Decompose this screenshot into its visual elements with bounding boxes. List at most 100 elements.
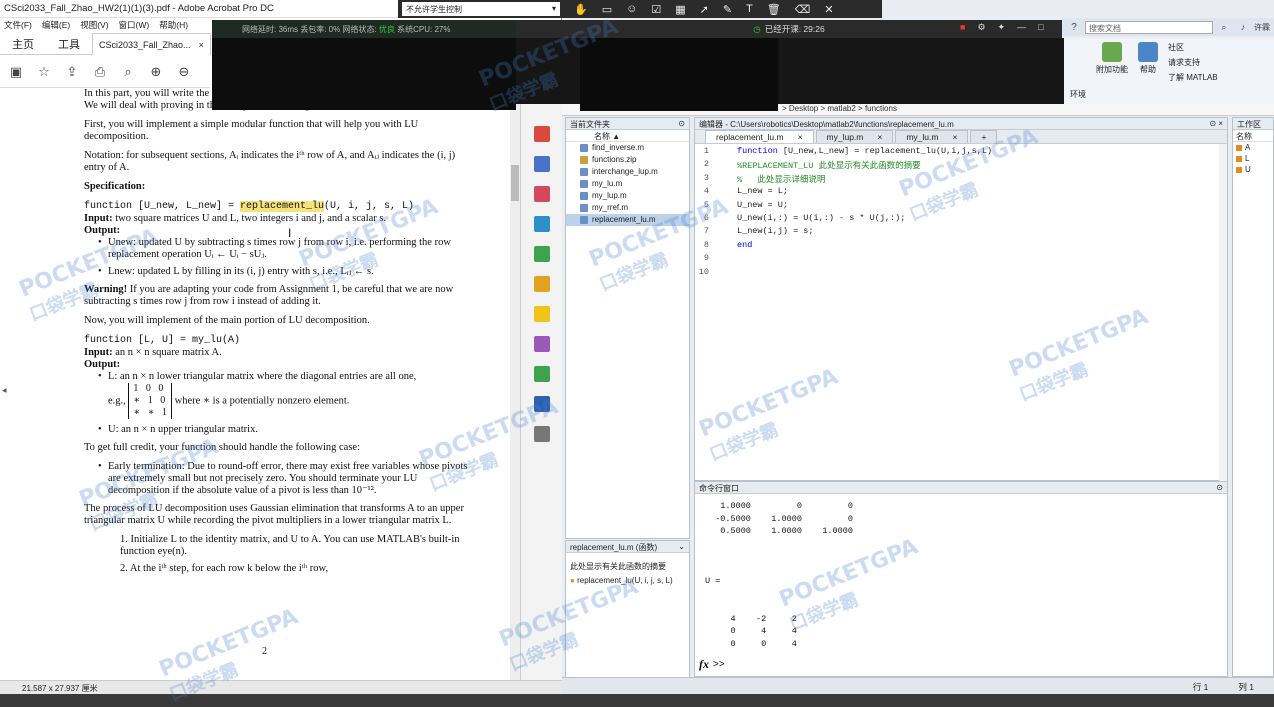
search-icon[interactable]: ⌕ bbox=[1216, 19, 1232, 35]
menu-help[interactable]: 帮助(H) bbox=[159, 19, 188, 31]
panel-menu-icon[interactable]: ⊙ bbox=[678, 119, 685, 128]
file-item[interactable]: my_lup.m bbox=[566, 190, 689, 202]
fx-icon[interactable]: fx bbox=[699, 657, 709, 672]
gutter bbox=[709, 253, 737, 266]
record-icon[interactable]: ■ bbox=[960, 22, 965, 33]
pointer-icon[interactable]: ➚ bbox=[700, 3, 709, 16]
edit-pdf-icon[interactable] bbox=[533, 186, 550, 202]
menu-view[interactable]: 视图(V) bbox=[80, 19, 108, 31]
text-cursor-icon: I bbox=[288, 226, 292, 240]
name-column-header[interactable]: 名称 ▲ bbox=[566, 130, 689, 142]
upload-icon[interactable]: ⇪ bbox=[64, 64, 80, 80]
workspace-col-name[interactable]: 名称 bbox=[1233, 130, 1273, 142]
tab-replacement-lu[interactable]: replacement_lu.m × bbox=[705, 130, 814, 143]
chevron-down-icon[interactable]: ⌄ bbox=[678, 542, 685, 551]
combine-icon[interactable] bbox=[533, 216, 550, 232]
tab-tools[interactable]: 工具 bbox=[46, 36, 92, 52]
bell-icon[interactable]: ♪ bbox=[1235, 19, 1251, 35]
maximize-icon[interactable]: □ bbox=[1038, 22, 1043, 33]
close-icon[interactable]: × bbox=[199, 34, 204, 55]
menu-file[interactable]: 文件(F) bbox=[4, 19, 32, 31]
trash-icon[interactable]: 🗑 bbox=[767, 3, 781, 16]
print-icon[interactable]: ⎙ bbox=[92, 64, 108, 80]
code-line[interactable]: 8 end bbox=[695, 240, 1227, 253]
clear-icon[interactable]: ⌫ bbox=[795, 3, 811, 16]
file-item[interactable]: functions.zip bbox=[566, 154, 689, 166]
search-docs-input[interactable]: 搜索文档 bbox=[1085, 20, 1213, 34]
tab-my-lup[interactable]: my_lup.m × bbox=[815, 130, 894, 143]
code-line[interactable]: 4 L_new = L; bbox=[695, 186, 1227, 199]
pdf-scroll-thumb[interactable] bbox=[511, 165, 519, 201]
page-down-icon[interactable]: ⊖ bbox=[176, 64, 192, 80]
star-icon[interactable]: ☆ bbox=[36, 64, 52, 80]
editor-controls[interactable]: ⊙ × bbox=[1209, 119, 1223, 128]
file-item-selected[interactable]: replacement_lu.m bbox=[566, 214, 689, 226]
grid-icon[interactable]: ▦ bbox=[675, 3, 685, 16]
help-icon[interactable]: ? bbox=[1066, 19, 1082, 35]
addons-button[interactable]: 附加功能 bbox=[1096, 42, 1128, 100]
new-tab-button[interactable]: + bbox=[970, 130, 998, 143]
pin-icon[interactable]: ✦ bbox=[998, 22, 1006, 33]
menu-window[interactable]: 窗口(W) bbox=[119, 19, 150, 31]
help-button[interactable]: 帮助 bbox=[1138, 42, 1158, 100]
close-icon[interactable]: ✕ bbox=[824, 3, 833, 16]
variable-item[interactable]: A bbox=[1233, 142, 1273, 153]
tab-home[interactable]: 主页 bbox=[0, 36, 46, 52]
protect-icon[interactable] bbox=[533, 396, 550, 412]
user-name[interactable]: 许霖 bbox=[1254, 22, 1270, 33]
code-area[interactable]: 1 function [U_new,L_new] = replacement_lu… bbox=[695, 144, 1227, 464]
close-icon[interactable]: × bbox=[798, 132, 803, 142]
screen-icon[interactable]: ▭ bbox=[602, 3, 612, 16]
tab-my-lu[interactable]: my_lu.m × bbox=[895, 130, 969, 143]
create-pdf-icon[interactable] bbox=[533, 126, 550, 142]
clock-icon: ◷ bbox=[753, 23, 761, 34]
code-line[interactable]: 1 function [U_new,L_new] = replacement_lu… bbox=[695, 146, 1227, 159]
file-item[interactable]: my_rref.m bbox=[566, 202, 689, 214]
more-tools-icon[interactable] bbox=[533, 426, 550, 442]
tab-document[interactable]: CSci2033_Fall_Zhao... × bbox=[92, 32, 211, 55]
save-icon[interactable]: ▣ bbox=[8, 64, 24, 80]
zoom-icon[interactable]: ⌕ bbox=[120, 64, 136, 80]
code-line[interactable]: 7 L_new(i,j) = s; bbox=[695, 226, 1227, 239]
details-description: 此处显示有关此函数的摘要 bbox=[570, 562, 666, 571]
export-pdf-icon[interactable] bbox=[533, 156, 550, 172]
code-line[interactable]: 6 U_new(i,:) = U(i,:) - s * U(j,:); bbox=[695, 213, 1227, 226]
note-icon[interactable] bbox=[533, 306, 550, 322]
close-icon[interactable]: × bbox=[952, 132, 957, 142]
variable-item[interactable]: L bbox=[1233, 153, 1273, 164]
support-link[interactable]: 请求支持 bbox=[1168, 57, 1218, 68]
code-line[interactable]: 2 %REPLACEMENT_LU 此处显示有关此函数的摘要 bbox=[695, 159, 1227, 172]
text-tool-icon[interactable]: T bbox=[746, 3, 753, 15]
settings-icon[interactable]: ⚙ bbox=[977, 22, 985, 33]
print-production-icon[interactable] bbox=[533, 366, 550, 382]
command-prompt[interactable]: fx >> bbox=[699, 657, 725, 672]
file-item[interactable]: my_lu.m bbox=[566, 178, 689, 190]
variable-item[interactable]: U bbox=[1233, 164, 1273, 175]
check-icon[interactable]: ☑ bbox=[651, 3, 661, 16]
community-link[interactable]: 社区 bbox=[1168, 42, 1218, 53]
hand-icon[interactable]: ✋ bbox=[574, 3, 588, 16]
control-select[interactable]: 不允许学生控制 ▾ bbox=[402, 2, 560, 16]
menu-edit[interactable]: 编辑(E) bbox=[42, 19, 70, 31]
organize-icon[interactable] bbox=[533, 246, 550, 262]
code-line[interactable]: 3 % 此处显示详细说明 bbox=[695, 173, 1227, 186]
comment-icon[interactable] bbox=[533, 276, 550, 292]
code-line[interactable]: 10 bbox=[695, 267, 1227, 280]
output-list: Unew: updated U by subtracting s times r… bbox=[98, 237, 468, 278]
minimize-icon[interactable]: — bbox=[1017, 22, 1026, 33]
file-item[interactable]: interchange_lup.m bbox=[566, 166, 689, 178]
editor-scrollbar[interactable] bbox=[1219, 144, 1227, 482]
close-icon[interactable]: × bbox=[877, 132, 882, 142]
learn-matlab-link[interactable]: 了解 MATLAB bbox=[1168, 72, 1218, 83]
line-number: 9 bbox=[703, 253, 709, 264]
pen-icon[interactable]: ✎ bbox=[723, 3, 732, 16]
code-line[interactable]: 5 U_new = U; bbox=[695, 200, 1227, 213]
sign-icon[interactable] bbox=[533, 336, 550, 352]
code-line[interactable]: 9 bbox=[695, 253, 1227, 266]
page-up-icon[interactable]: ⊕ bbox=[148, 64, 164, 80]
collapse-left-icon[interactable]: ◂ bbox=[2, 385, 7, 396]
env-group[interactable]: 环境 bbox=[1070, 42, 1086, 100]
file-item[interactable]: find_inverse.m bbox=[566, 142, 689, 154]
users-icon[interactable]: ☺ bbox=[626, 3, 637, 15]
panel-menu-icon[interactable]: ⊙ bbox=[1216, 483, 1223, 492]
